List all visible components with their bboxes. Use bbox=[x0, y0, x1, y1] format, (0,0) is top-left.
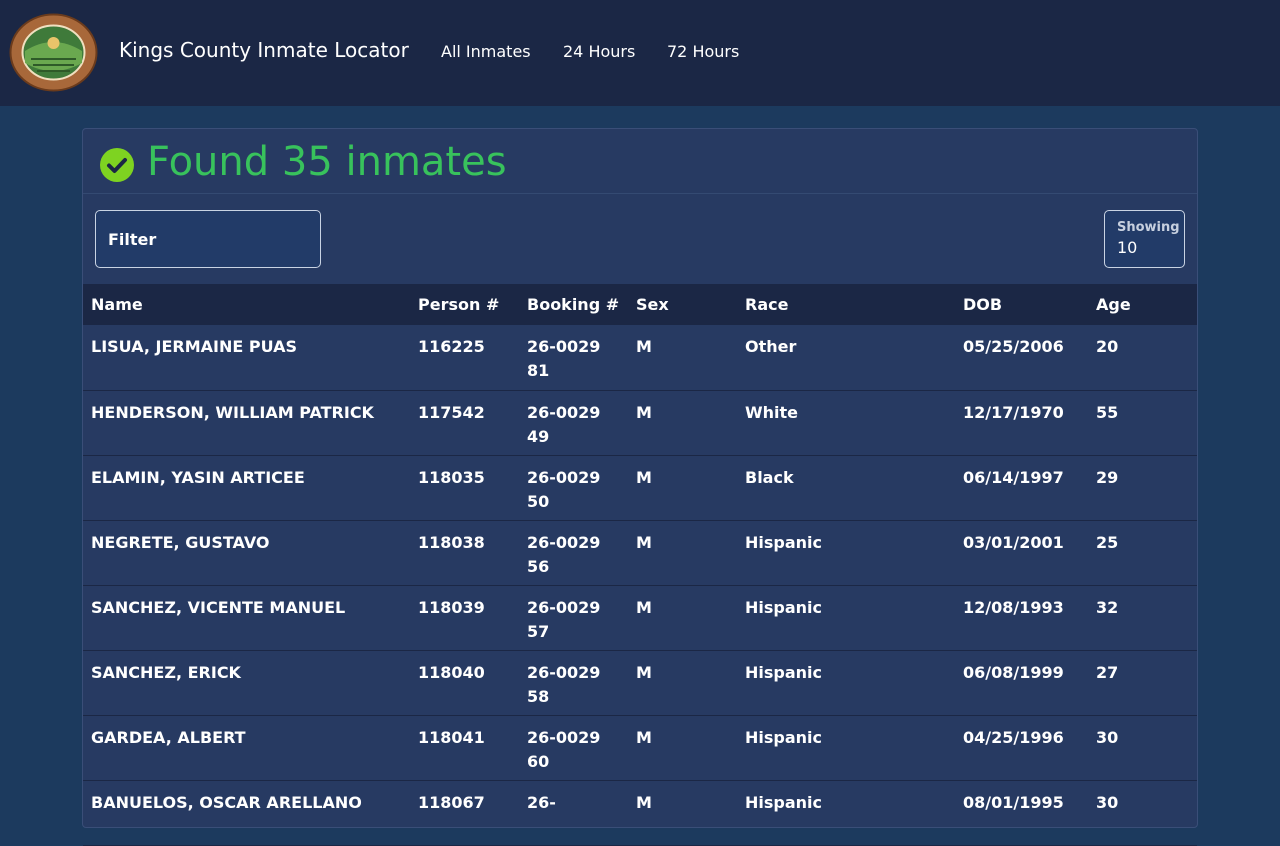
site-brand[interactable]: Kings County Inmate Locator bbox=[119, 38, 409, 62]
cell-name[interactable]: NEGRETE, GUSTAVO bbox=[83, 520, 410, 585]
cell-sex: M bbox=[636, 597, 652, 617]
cell-race: Other bbox=[745, 337, 797, 356]
table-row[interactable]: LISUA, JERMAINE PUAS 116225 26-002981 M … bbox=[83, 325, 1197, 390]
cell-dob: 06/08/1999 bbox=[963, 662, 1064, 682]
column-header-booking[interactable]: Booking # bbox=[519, 284, 628, 325]
top-navbar: Kings County Inmate Locator All Inmates … bbox=[0, 0, 1280, 106]
cell-age: 27 bbox=[1096, 662, 1119, 682]
cell-dob: 06/14/1997 bbox=[963, 467, 1064, 487]
cell-name[interactable]: BANUELOS, OSCAR ARELLANO bbox=[83, 780, 410, 845]
cell-race: White bbox=[745, 402, 799, 422]
cell-booking: 26-002950 bbox=[527, 467, 601, 511]
cell-age: 30 bbox=[1096, 792, 1119, 812]
cell-name[interactable]: LISUA, JERMAINE PUAS bbox=[83, 325, 410, 390]
cell-sex: M bbox=[636, 402, 652, 422]
nav-link-72-hours[interactable]: 72 Hours bbox=[667, 42, 739, 61]
cell-booking: 26-002956 bbox=[527, 532, 601, 576]
results-count-title: Found 35 inmates bbox=[147, 139, 507, 185]
cell-name[interactable]: HENDERSON, WILLIAM PATRICK bbox=[83, 390, 410, 455]
table-row[interactable]: GARDEA, ALBERT 118041 26-002960 M Hispan… bbox=[83, 715, 1197, 780]
showing-select[interactable]: Showing 10 bbox=[1104, 210, 1185, 268]
nav-link-24-hours[interactable]: 24 Hours bbox=[563, 42, 635, 61]
cell-race: Hispanic bbox=[745, 662, 823, 682]
cell-age: 32 bbox=[1096, 597, 1119, 617]
cell-person: 118041 bbox=[418, 727, 485, 747]
table-row[interactable]: ELAMIN, YASIN ARTICEE 118035 26-002950 M… bbox=[83, 455, 1197, 520]
cell-person: 118040 bbox=[418, 662, 485, 682]
column-header-person[interactable]: Person # bbox=[410, 284, 519, 325]
cell-dob: 12/17/1970 bbox=[963, 402, 1064, 422]
cell-sex: M bbox=[636, 727, 652, 747]
check-circle-icon bbox=[100, 148, 134, 182]
cell-sex: M bbox=[636, 337, 652, 356]
cell-sex: M bbox=[636, 662, 652, 682]
showing-value[interactable]: 10 bbox=[1117, 238, 1137, 257]
cell-age: 20 bbox=[1096, 337, 1119, 356]
cell-dob: 12/08/1993 bbox=[963, 597, 1064, 617]
cell-name[interactable]: SANCHEZ, ERICK bbox=[83, 650, 410, 715]
results-panel: Found 35 inmates Showing 10 Name Person … bbox=[82, 128, 1198, 845]
showing-label: Showing bbox=[1117, 220, 1180, 235]
cell-booking: 26- bbox=[527, 792, 556, 812]
table-row[interactable]: BANUELOS, OSCAR ARELLANO 118067 26- M Hi… bbox=[83, 780, 1197, 845]
table-row[interactable]: NEGRETE, GUSTAVO 118038 26-002956 M Hisp… bbox=[83, 520, 1197, 585]
cell-name[interactable]: GARDEA, ALBERT bbox=[83, 715, 410, 780]
cell-name[interactable]: ELAMIN, YASIN ARTICEE bbox=[83, 455, 410, 520]
cell-booking: 26-002957 bbox=[527, 597, 601, 641]
filter-input[interactable] bbox=[96, 211, 320, 267]
cell-race: Black bbox=[745, 467, 794, 487]
cell-sex: M bbox=[636, 532, 652, 552]
table-row[interactable]: SANCHEZ, ERICK 118040 26-002958 M Hispan… bbox=[83, 650, 1197, 715]
cell-person: 117542 bbox=[418, 402, 485, 422]
cell-person: 118067 bbox=[418, 792, 485, 812]
cell-dob: 03/01/2001 bbox=[963, 532, 1064, 552]
cell-person: 118038 bbox=[418, 532, 485, 552]
cell-dob: 08/01/1995 bbox=[963, 792, 1064, 812]
table-header-row: Name Person # Booking # Sex Race DOB Age bbox=[83, 284, 1197, 325]
cell-sex: M bbox=[636, 792, 652, 812]
cell-race: Hispanic bbox=[745, 727, 823, 747]
inmates-table: Name Person # Booking # Sex Race DOB Age… bbox=[83, 284, 1197, 846]
filter-field[interactable] bbox=[95, 210, 321, 268]
cell-booking: 26-002949 bbox=[527, 402, 601, 446]
results-header: Found 35 inmates bbox=[83, 129, 1197, 194]
column-header-dob[interactable]: DOB bbox=[955, 284, 1088, 325]
cell-race: Hispanic bbox=[745, 597, 823, 617]
cell-dob: 05/25/2006 bbox=[963, 337, 1064, 356]
cell-age: 30 bbox=[1096, 727, 1119, 747]
cell-person: 116225 bbox=[418, 337, 485, 356]
cell-booking: 26-002960 bbox=[527, 727, 601, 771]
cell-booking: 26-002958 bbox=[527, 662, 601, 706]
column-header-race[interactable]: Race bbox=[737, 284, 955, 325]
cell-person: 118035 bbox=[418, 467, 485, 487]
table-row[interactable]: HENDERSON, WILLIAM PATRICK 117542 26-002… bbox=[83, 390, 1197, 455]
cell-age: 29 bbox=[1096, 467, 1119, 487]
cell-race: Hispanic bbox=[745, 792, 823, 812]
column-header-name[interactable]: Name bbox=[83, 284, 410, 325]
cell-name[interactable]: SANCHEZ, VICENTE MANUEL bbox=[83, 585, 410, 650]
cell-person: 118039 bbox=[418, 597, 485, 617]
table-row[interactable]: SANCHEZ, VICENTE MANUEL 118039 26-002957… bbox=[83, 585, 1197, 650]
column-header-age[interactable]: Age bbox=[1088, 284, 1197, 325]
nav-link-all-inmates[interactable]: All Inmates bbox=[441, 42, 531, 61]
cell-age: 25 bbox=[1096, 532, 1119, 552]
county-seal-logo[interactable] bbox=[9, 13, 98, 92]
cell-age: 55 bbox=[1096, 402, 1119, 422]
cell-dob: 04/25/1996 bbox=[963, 727, 1064, 747]
cell-race: Hispanic bbox=[745, 532, 823, 552]
column-header-sex[interactable]: Sex bbox=[628, 284, 737, 325]
cell-sex: M bbox=[636, 467, 652, 487]
cell-booking: 26-002981 bbox=[527, 337, 601, 380]
